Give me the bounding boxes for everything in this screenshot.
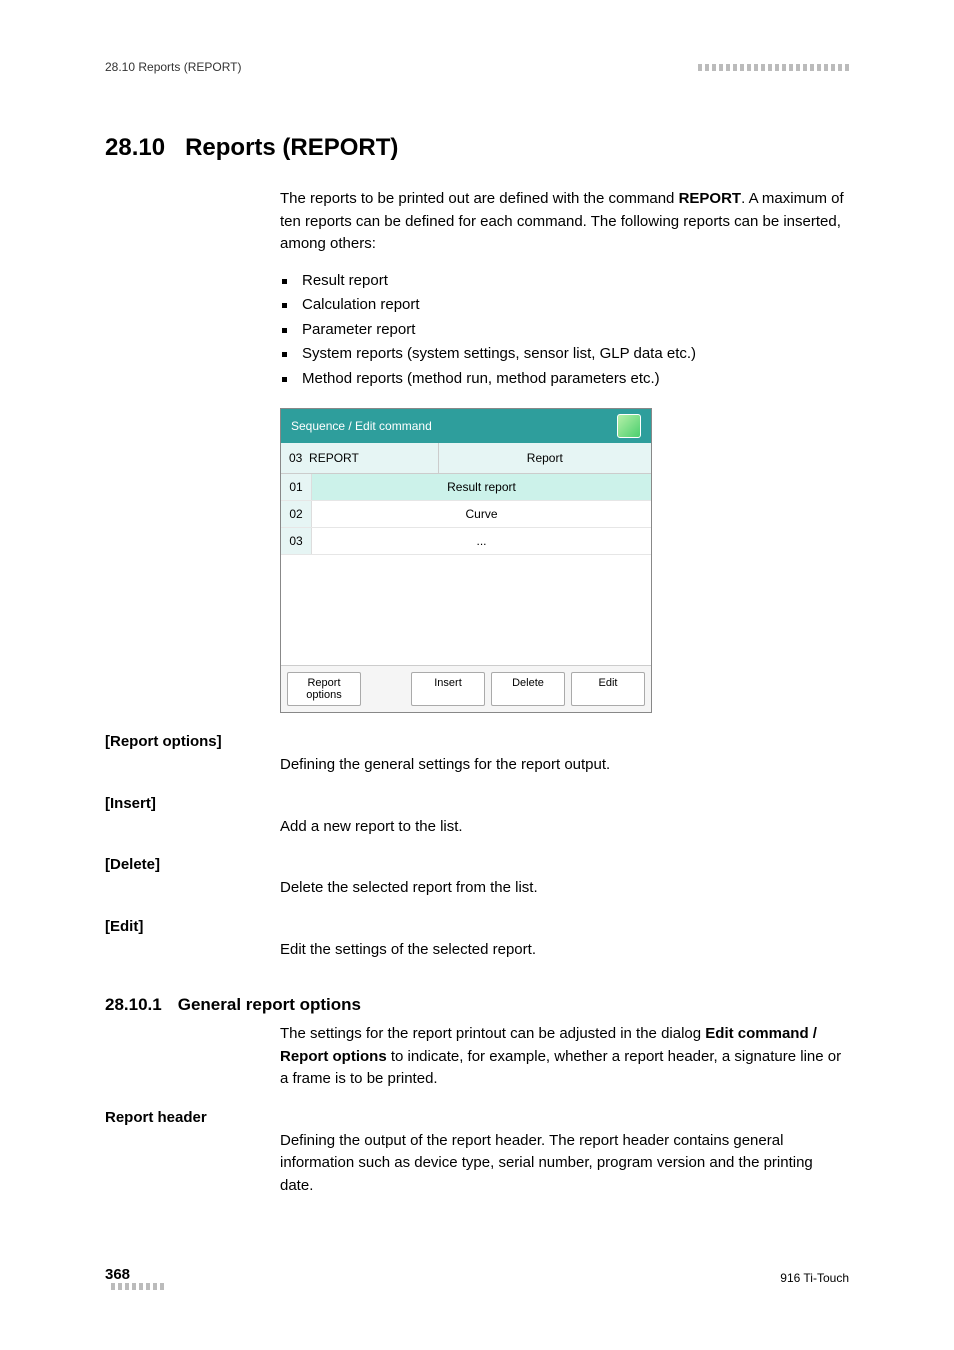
dialog-row-value: Result report: [312, 474, 651, 500]
dialog-row-index: 01: [281, 474, 312, 500]
list-item: Result report: [280, 270, 849, 293]
dialog-logo-icon: [617, 414, 641, 438]
dialog-sub-left: 03 REPORT: [281, 443, 439, 473]
list-item: Parameter report: [280, 319, 849, 342]
dialog-row[interactable]: 01 Result report: [281, 474, 651, 501]
header-breadcrumb: 28.10 Reports (REPORT): [105, 60, 242, 74]
intro-block: The reports to be printed out are define…: [280, 188, 849, 713]
definition-item: Report header Defining the output of the…: [105, 1109, 849, 1198]
report-types-list: Result report Calculation report Paramet…: [280, 270, 849, 391]
definition-item: [Report options] Defining the general se…: [105, 733, 849, 777]
intro-pre: The reports to be printed out are define…: [280, 190, 679, 207]
subheading-title: General report options: [178, 995, 361, 1014]
dialog-button-bar: Report options Insert Delete Edit: [281, 665, 651, 712]
dialog-row[interactable]: 02 Curve: [281, 501, 651, 528]
list-item: Calculation report: [280, 294, 849, 317]
footer-left: 368: [105, 1266, 164, 1290]
definition-term: Report header: [105, 1109, 849, 1126]
dialog-sub-cmd: REPORT: [309, 451, 359, 465]
dialog-row-value: ...: [312, 528, 651, 554]
definition-term: [Delete]: [105, 856, 849, 873]
footer-decor: [111, 1283, 164, 1290]
subsection-heading: 28.10.1 General report options: [105, 995, 849, 1015]
definition-item: [Insert] Add a new report to the list.: [105, 795, 849, 839]
subsection-body: The settings for the report printout can…: [280, 1023, 849, 1091]
dialog-list: 01 Result report 02 Curve 03 ...: [281, 474, 651, 665]
dialog-title-bar: Sequence / Edit command: [281, 409, 651, 443]
list-item: System reports (system settings, sensor …: [280, 343, 849, 366]
page-number: 368: [105, 1266, 130, 1283]
edit-button[interactable]: Edit: [571, 672, 645, 706]
definition-item: [Edit] Edit the settings of the selected…: [105, 918, 849, 962]
report-options-button[interactable]: Report options: [287, 672, 361, 706]
definition-body: Add a new report to the list.: [280, 816, 849, 839]
delete-button[interactable]: Delete: [491, 672, 565, 706]
dialog-title: Sequence / Edit command: [291, 417, 432, 435]
dialog-row-index: 02: [281, 501, 312, 527]
definition-body: Defining the output of the report header…: [280, 1130, 849, 1198]
page-header: 28.10 Reports (REPORT): [105, 60, 849, 74]
header-decor: [698, 64, 849, 71]
definition-item: [Delete] Delete the selected report from…: [105, 856, 849, 900]
definition-term: [Report options]: [105, 733, 849, 750]
list-item: Method reports (method run, method param…: [280, 368, 849, 391]
subheading-number: 28.10.1: [105, 995, 162, 1015]
insert-button[interactable]: Insert: [411, 672, 485, 706]
footer-product: 916 Ti-Touch: [780, 1271, 849, 1285]
dialog-row-index: 03: [281, 528, 312, 554]
intro-command: REPORT: [679, 190, 742, 207]
section-heading: 28.10 Reports (REPORT): [105, 134, 849, 162]
dialog-row[interactable]: 03 ...: [281, 528, 651, 555]
dialog-sub-right: Report: [439, 443, 651, 473]
dialog-sub-num: 03: [289, 451, 302, 465]
page-footer: 368 916 Ti-Touch: [105, 1266, 849, 1290]
definition-body: Delete the selected report from the list…: [280, 877, 849, 900]
dialog-sequence-edit-command: Sequence / Edit command 03 REPORT Report…: [280, 408, 652, 713]
dialog-row-value: Curve: [312, 501, 651, 527]
definition-term: [Edit]: [105, 918, 849, 935]
heading-title: Reports (REPORT): [185, 134, 398, 161]
heading-number: 28.10: [105, 134, 165, 162]
dialog-subheader: 03 REPORT Report: [281, 443, 651, 474]
definition-term: [Insert]: [105, 795, 849, 812]
definition-body: Defining the general settings for the re…: [280, 754, 849, 777]
section-pre: The settings for the report printout can…: [280, 1025, 705, 1042]
definition-body: Edit the settings of the selected report…: [280, 939, 849, 962]
